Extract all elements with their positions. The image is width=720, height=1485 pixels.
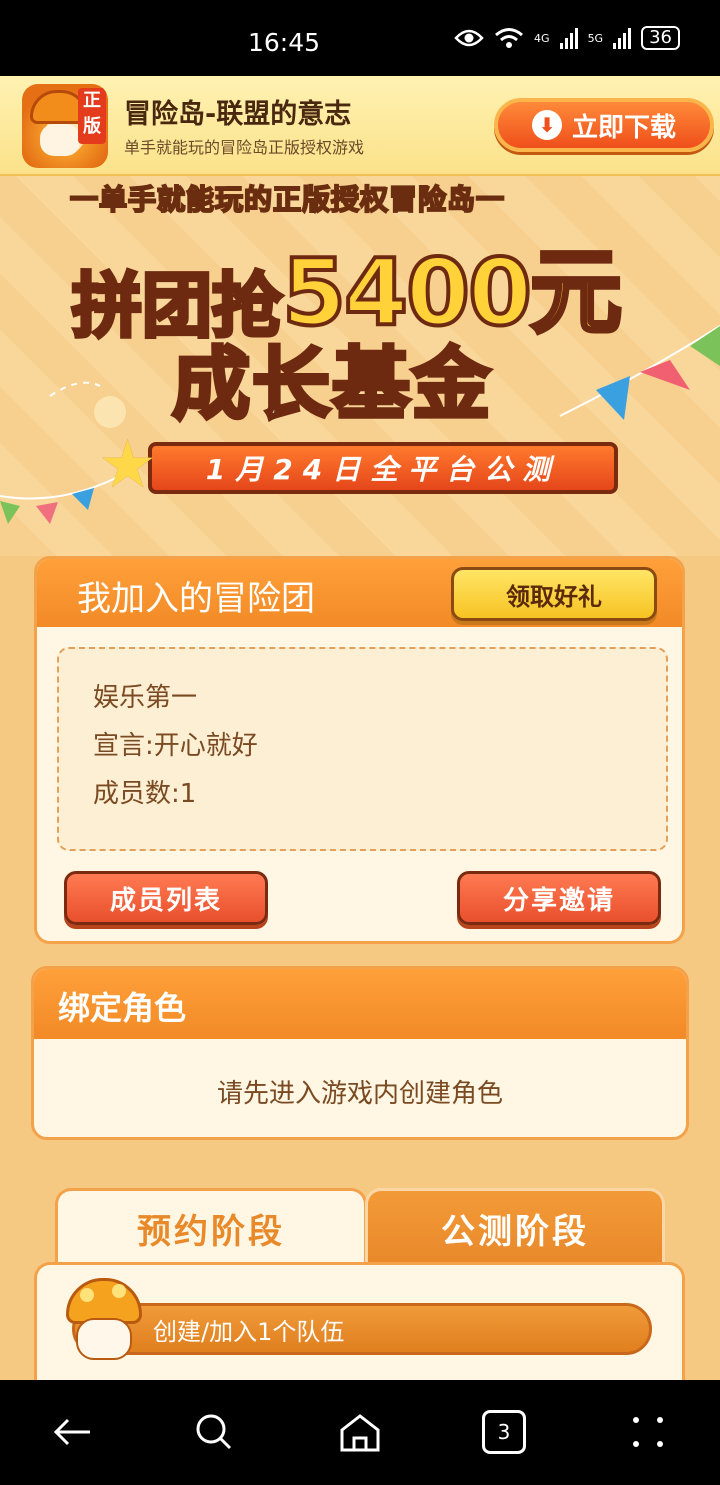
task-item: 创建/加入1个队伍 [72,1303,652,1355]
task-label: 创建/加入1个队伍 [153,1317,345,1346]
bind-role-message: 请先进入游戏内创建角色 [216,1079,503,1109]
search-icon[interactable] [192,1410,236,1454]
download-icon: ⬇ [531,110,562,140]
tab-public-test-phase[interactable]: 公测阶段 [365,1188,665,1266]
status-icons: 4G 5G 36 [454,26,680,50]
download-banner: 正版 冒险岛-联盟的意志 单手就能玩的冒险岛正版授权游戏 ⬇ 立即下载 [0,76,720,176]
bind-role-title: 绑定角色 [58,989,187,1027]
menu-icon[interactable] [626,1410,670,1454]
member-list-button[interactable]: 成员列表 [64,871,268,925]
hero-banner: 一单手就能玩的正版授权冒险岛一 拼团抢 5400元 成长基金 1月24日全平台公… [0,176,720,556]
team-declaration: 宣言:开心就好 [93,731,258,761]
signal-icon [613,27,632,49]
share-invite-button[interactable]: 分享邀请 [457,871,661,925]
eye-icon [454,29,484,47]
team-card: 我加入的冒险团 领取好礼 娱乐第一 宣言:开心就好 成员数:1 成员列表 分享邀… [34,556,685,944]
team-member-count: 成员数:1 [93,779,197,809]
tabs-button[interactable]: 3 [482,1410,526,1454]
status-bar: 16:45 4G 5G 36 [0,0,720,76]
app-title: 冒险岛-联盟的意志 [124,99,352,130]
mascot-face [76,1318,132,1360]
download-button[interactable]: ⬇ 立即下载 [494,98,714,152]
team-card-title: 我加入的冒险团 [77,579,315,619]
bind-role-card: 绑定角色 请先进入游戏内创建角色 [31,966,689,1140]
mascot-dot [80,1288,94,1302]
hero-subheadline: 成长基金 [170,338,493,432]
home-icon[interactable] [338,1410,382,1454]
back-icon[interactable] [50,1410,94,1454]
mushroom-mascot-icon [64,1278,144,1366]
network-5g-label: 5G [587,31,604,45]
app-subtitle: 单手就能玩的冒险岛正版授权游戏 [124,138,365,157]
team-card-header: 我加入的冒险团 领取好礼 [37,559,682,627]
app-icon-tag: 正版 [78,88,106,144]
network-4g-label: 4G [534,31,550,45]
star-icon: ★ [98,426,158,503]
signal-icon [559,27,578,49]
mushroom-face-icon [40,124,80,156]
claim-gift-button[interactable]: 领取好礼 [451,567,657,621]
date-ribbon: 1月24日全平台公测 [148,442,618,494]
app-icon[interactable]: 正版 [22,84,108,168]
system-nav-bar: 3 [0,1380,720,1485]
wifi-icon [495,28,523,48]
team-name: 娱乐第一 [93,683,198,713]
hero-slogan: 一单手就能玩的正版授权冒险岛一 [69,182,506,217]
mascot-dot [112,1284,126,1298]
download-button-label: 立即下载 [571,112,676,143]
tab-reservation-phase[interactable]: 预约阶段 [55,1188,367,1266]
battery-icon: 36 [641,26,680,50]
status-time: 16:45 [248,28,321,57]
team-info-box: 娱乐第一 宣言:开心就好 成员数:1 [57,647,668,851]
